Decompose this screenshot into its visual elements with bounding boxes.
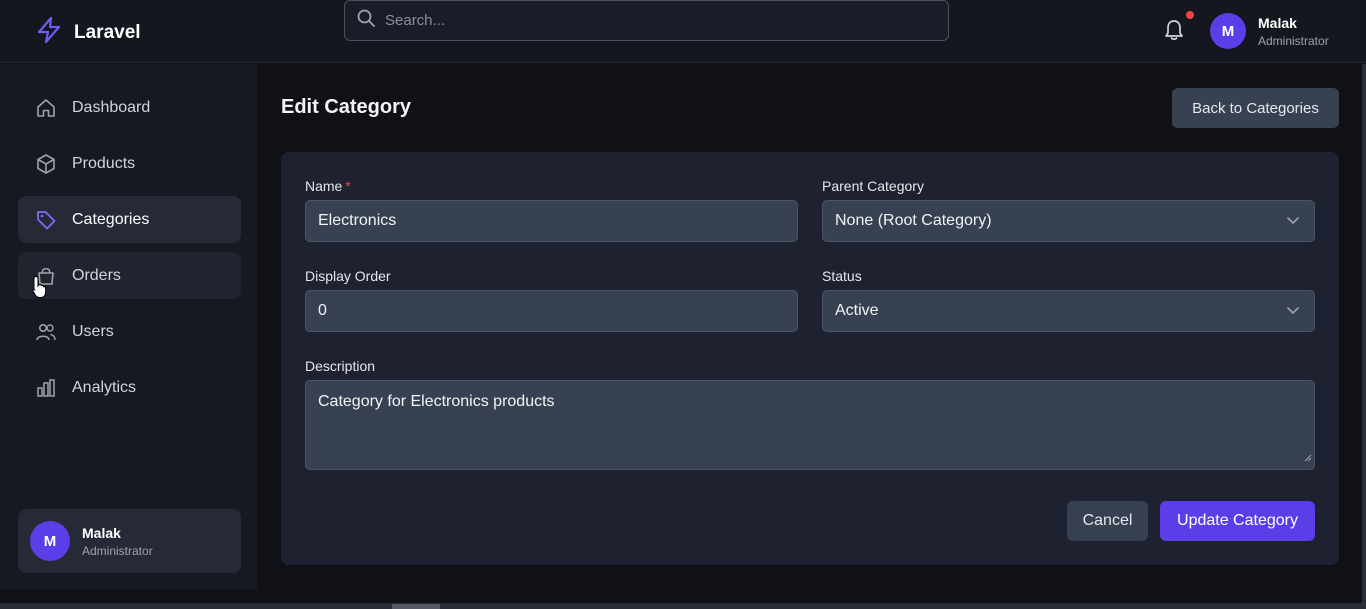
name-field-value: Electronics bbox=[318, 212, 397, 229]
name-label: Name * bbox=[305, 178, 351, 194]
sidebar-item-orders[interactable]: Orders bbox=[18, 252, 241, 299]
display-order-value: 0 bbox=[318, 302, 327, 319]
search-input[interactable] bbox=[385, 12, 925, 29]
user-name: Malak bbox=[82, 524, 121, 541]
scrollbar-thumb[interactable] bbox=[392, 604, 440, 609]
users-icon bbox=[35, 321, 57, 343]
sidebar-user-card[interactable]: M Malak Administrator bbox=[18, 509, 241, 573]
edit-category-form: Name * Electronics Parent Category None (… bbox=[281, 152, 1339, 565]
brand[interactable]: Laravel bbox=[36, 16, 141, 49]
name-field[interactable]: Electronics bbox=[305, 200, 798, 242]
bell-icon[interactable] bbox=[1163, 18, 1185, 47]
sidebar-item-products[interactable]: Products bbox=[18, 140, 241, 187]
sidebar-item-label: Orders bbox=[72, 266, 121, 284]
required-mark: * bbox=[345, 178, 351, 194]
lightning-icon bbox=[36, 16, 62, 49]
avatar: M bbox=[30, 521, 70, 561]
sidebar-item-label: Categories bbox=[72, 210, 150, 228]
bar-chart-icon bbox=[35, 377, 57, 399]
back-to-categories-button[interactable]: Back to Categories bbox=[1172, 88, 1339, 128]
sidebar-item-label: Users bbox=[72, 322, 114, 340]
parent-category-value: None (Root Category) bbox=[835, 212, 992, 229]
sidebar-item-label: Dashboard bbox=[72, 98, 151, 116]
sidebar-item-label: Analytics bbox=[72, 378, 137, 396]
sidebar-item-dashboard[interactable]: Dashboard bbox=[18, 84, 241, 131]
sidebar-item-users[interactable]: Users bbox=[18, 308, 241, 355]
description-textarea[interactable]: Category for Electronics products bbox=[305, 380, 1315, 470]
display-order-field[interactable]: 0 bbox=[305, 290, 798, 332]
name-label-text: Name bbox=[305, 178, 343, 194]
user-role: Administrator bbox=[1258, 33, 1329, 48]
sidebar-item-label: Products bbox=[72, 154, 136, 172]
parent-category-label: Parent Category bbox=[822, 178, 924, 194]
notification-badge bbox=[1186, 11, 1194, 19]
status-label: Status bbox=[822, 268, 862, 284]
resize-grip-icon[interactable] bbox=[1304, 449, 1312, 467]
sidebar-item-categories[interactable]: Categories bbox=[18, 196, 241, 243]
brand-name: Laravel bbox=[74, 21, 141, 43]
sidebar-item-analytics[interactable]: Analytics bbox=[18, 364, 241, 411]
box-icon bbox=[35, 153, 57, 175]
update-category-button[interactable]: Update Category bbox=[1160, 501, 1315, 541]
vertical-scrollbar[interactable] bbox=[1362, 64, 1366, 604]
display-order-label: Display Order bbox=[305, 268, 391, 284]
sidebar: Dashboard Products Categories Orders Use… bbox=[0, 64, 257, 589]
parent-category-select[interactable]: None (Root Category) bbox=[822, 200, 1315, 242]
top-bar: Laravel M Malak Administrator bbox=[0, 0, 1366, 63]
user-menu[interactable]: M Malak Administrator bbox=[1210, 13, 1329, 49]
chevron-down-icon bbox=[1286, 302, 1300, 320]
search-icon bbox=[357, 9, 375, 32]
avatar: M bbox=[1210, 13, 1246, 49]
page-title: Edit Category bbox=[281, 96, 412, 118]
horizontal-scrollbar[interactable] bbox=[0, 603, 1366, 609]
description-label: Description bbox=[305, 358, 376, 374]
tag-icon bbox=[35, 209, 57, 231]
cancel-button[interactable]: Cancel bbox=[1067, 501, 1148, 541]
home-icon bbox=[35, 97, 57, 119]
search-box[interactable] bbox=[344, 0, 949, 41]
mouse-cursor-icon bbox=[32, 275, 48, 304]
status-value: Active bbox=[835, 302, 879, 319]
user-role: Administrator bbox=[82, 543, 153, 558]
description-value: Category for Electronics products bbox=[318, 393, 555, 410]
status-select[interactable]: Active bbox=[822, 290, 1315, 332]
chevron-down-icon bbox=[1286, 212, 1300, 230]
user-name: Malak bbox=[1258, 14, 1297, 31]
